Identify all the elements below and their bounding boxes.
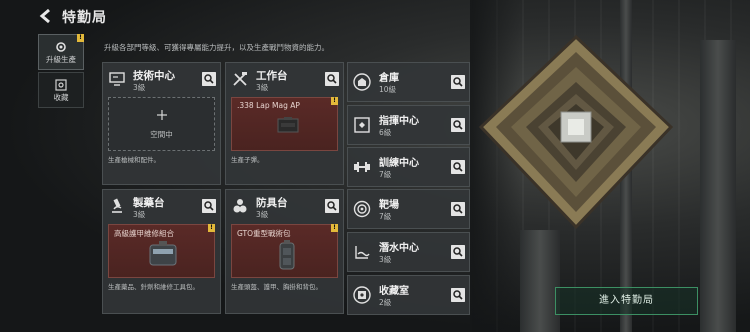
tactical-backpack-icon [279,240,295,270]
command-icon [354,117,370,133]
tab-collection[interactable]: 收藏 [38,72,84,108]
search-icon[interactable] [451,160,465,174]
production-slot-filled[interactable]: .338 Lap Mag AP ! [231,97,338,151]
warehouse-icon [353,73,371,91]
facility-card-shooting-range[interactable]: 靶場 7級 [347,189,470,229]
dive-icon [355,246,370,259]
search-icon[interactable] [202,72,216,86]
facility-level: 3級 [133,210,146,219]
facility-level: 7級 [379,212,392,221]
facility-name: 防具台 [256,197,288,209]
dumbbell-icon [354,162,370,172]
facility-level: 3級 [256,83,269,92]
notification-badge: ! [77,34,84,42]
target-icon [353,200,371,218]
facility-name: 技術中心 [133,70,175,82]
facility-level: 3級 [379,255,392,264]
pillar [700,40,736,332]
production-slot-filled[interactable]: 高級護甲維修組合 ! [108,224,215,278]
facility-card-command-center[interactable]: 指揮中心 6級 [347,105,470,145]
search-icon[interactable] [451,288,465,302]
notification-badge: ! [208,224,215,232]
armor-icon [233,199,247,213]
tab-upgrade-production[interactable]: 升級生產 ! [38,34,84,70]
facility-name: 潛水中心 [379,243,419,254]
secret-service-cube-artwork [476,32,676,232]
facility-level: 7級 [379,170,392,179]
search-icon[interactable] [325,199,339,213]
item-name: GTO重型戰術包 [237,229,291,238]
tab-label: 收藏 [53,93,69,102]
collection-icon [55,79,67,91]
facility-card-training-center[interactable]: 訓練中心 7級 [347,147,470,187]
facility-description: 生產頭盔、護甲、胸掛和背包。 [231,283,322,291]
facility-name: 靶場 [379,200,399,211]
header: 特勤局 [0,0,470,32]
facility-description: 生產子彈。 [231,156,264,164]
card-header: 製藥台 3級 [103,190,220,220]
item-name: .338 Lap Mag AP [237,101,300,110]
search-icon[interactable] [451,202,465,216]
search-icon[interactable] [451,75,465,89]
facility-description: 生產藥品、針劑和維修工具包。 [108,283,199,291]
production-slot-empty[interactable]: 空間中 [108,97,215,151]
back-arrow-icon[interactable] [38,8,52,24]
item-name: 高級護甲維修組合 [114,229,174,238]
slot-status: 空間中 [150,130,173,139]
tab-label: 升級生產 [46,55,76,64]
plus-icon [156,110,167,120]
facility-name: 倉庫 [379,73,399,84]
facility-name: 訓練中心 [379,158,419,169]
repair-kit-bag-icon [149,241,177,266]
facility-card-warehouse[interactable]: 倉庫 10級 [347,62,470,102]
facility-card-workbench[interactable]: 工作台 3級 .338 Lap Mag AP ! 生產子彈。 [225,62,344,185]
facility-card-pharmacy[interactable]: 製藥台 3級 高級護甲維修組合 ! 生產藥品、針劑和維修工具包。 [102,189,221,314]
search-icon[interactable] [202,199,216,213]
notification-badge: ! [331,224,338,232]
microscope-icon [112,198,122,213]
gear-upgrade-icon [56,42,66,52]
monitor-icon [109,72,125,86]
facility-name: 製藥台 [133,197,165,209]
page-description: 升級各部門等級、可獲得專屬能力提升，以及生產戰鬥物資的能力。 [104,43,329,52]
card-header: 工作台 3級 [226,63,343,93]
search-icon[interactable] [451,245,465,259]
facility-level: 6級 [379,128,392,137]
facility-name: 收藏室 [379,286,409,297]
facility-card-dive-center[interactable]: 潛水中心 3級 [347,232,470,272]
facility-level: 3級 [256,210,269,219]
facility-level: 10級 [379,85,397,94]
facility-card-armor-bench[interactable]: 防具台 3級 GTO重型戰術包 ! 生產頭盔、護甲、胸掛和背包。 [225,189,344,314]
facility-card-tech-center[interactable]: 技術中心 3級 空間中 生產槍械和配件。 [102,62,221,185]
notification-badge: ! [331,97,338,105]
facility-name: 指揮中心 [379,116,419,127]
pillar [520,230,560,332]
facility-card-collection-room[interactable]: 收藏室 2級 [347,275,470,315]
page-title: 特勤局 [62,10,107,26]
tools-icon [233,72,247,86]
search-icon[interactable] [325,72,339,86]
production-slot-filled[interactable]: GTO重型戰術包 ! [231,224,338,278]
facility-level: 3級 [133,83,146,92]
search-icon[interactable] [451,118,465,132]
enter-secret-service-button[interactable]: 進入特勤局 [555,287,698,315]
facility-name: 工作台 [256,70,288,82]
vault-icon [353,286,371,304]
card-header: 技術中心 3級 [103,63,220,93]
ammo-box-icon [277,117,299,133]
facility-level: 2級 [379,298,392,307]
card-header: 防具台 3級 [226,190,343,220]
facility-description: 生產槍械和配件。 [108,156,160,164]
